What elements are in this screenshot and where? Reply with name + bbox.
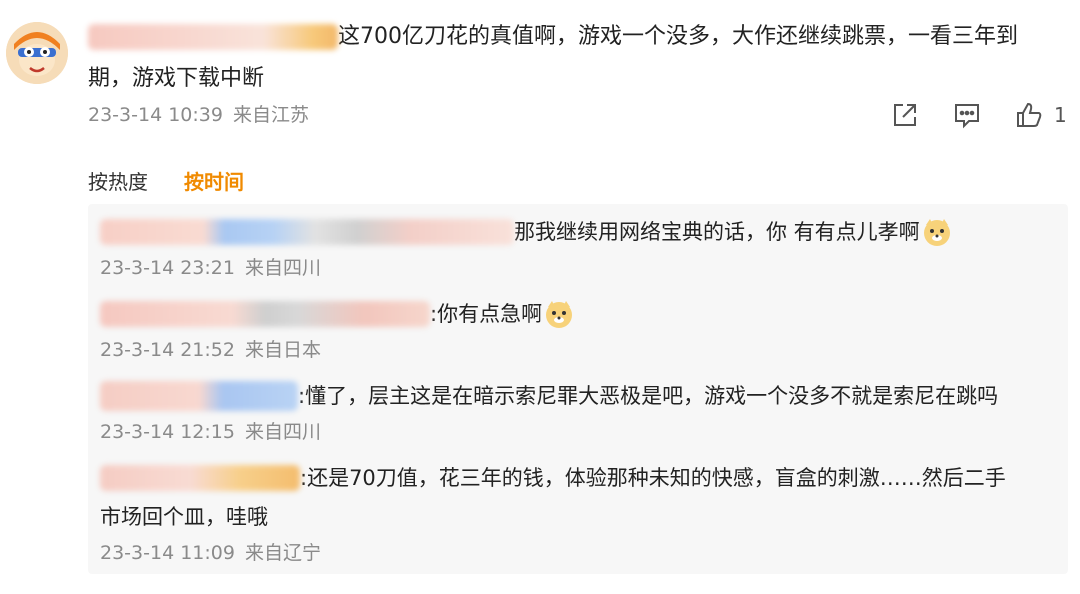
reply-item: 那我继续用网络宝典的话，你 有有点儿孝啊 23-3-14 23:21 来自四川 bbox=[100, 212, 952, 280]
comment-time: 23-3-14 10:39 bbox=[88, 104, 223, 126]
avatar[interactable] bbox=[6, 22, 68, 84]
blurred-username[interactable] bbox=[100, 219, 514, 245]
comment-screenshot: 这700亿刀花的真值啊，游戏一个没多，大作还继续跳票，一看三年到期，游戏下载中断… bbox=[0, 0, 1080, 594]
reply-list: 那我继续用网络宝典的话，你 有有点儿孝啊 23-3-14 23:21 来自四川 :… bbox=[88, 204, 1068, 574]
reply-location: 来自四川 bbox=[244, 257, 321, 279]
blurred-username[interactable] bbox=[100, 301, 430, 327]
comment-body: 这700亿刀花的真值啊，游戏一个没多，大作还继续跳票，一看三年到期，游戏下载中断 bbox=[88, 16, 1058, 100]
reply-time: 23-3-14 12:15 bbox=[100, 421, 235, 443]
blurred-username[interactable] bbox=[88, 24, 338, 50]
reply-item: :懂了，层主这是在暗示索尼罪大恶极是吧，游戏一个没多不就是索尼在跳吗 23-3-… bbox=[100, 376, 998, 444]
reply-text: :还是70刀值，花三年的钱，体验那种未知的快感，盲盒的刺激……然后二手 bbox=[300, 466, 1006, 490]
reply-location: 来自四川 bbox=[244, 421, 321, 443]
reply-item: :还是70刀值，花三年的钱，体验那种未知的快感，盲盒的刺激……然后二手 市场回个… bbox=[100, 458, 1006, 565]
sort-by-heat-tab[interactable]: 按热度 bbox=[88, 170, 148, 194]
like-count: 1 bbox=[1054, 103, 1067, 127]
comment-actions: 1 bbox=[890, 98, 1067, 132]
reply-text: :你有点急啊 bbox=[430, 302, 543, 326]
comment-location: 来自江苏 bbox=[232, 104, 309, 126]
share-icon[interactable] bbox=[890, 100, 920, 130]
blurred-username[interactable] bbox=[100, 465, 300, 491]
sort-tabs: 按热度 按时间 bbox=[88, 166, 280, 195]
reply-text: 那我继续用网络宝典的话，你 有有点儿孝啊 bbox=[514, 220, 920, 244]
reply-time: 23-3-14 23:21 bbox=[100, 257, 235, 279]
comment-meta: 23-3-14 10:39 来自江苏 bbox=[88, 100, 309, 127]
sort-by-time-tab[interactable]: 按时间 bbox=[184, 170, 244, 194]
doge-emoji-icon bbox=[544, 299, 574, 329]
reply-text-continued: 市场回个皿，哇哦 bbox=[100, 505, 268, 529]
reply-time: 23-3-14 21:52 bbox=[100, 339, 235, 361]
reply-location: 来自辽宁 bbox=[244, 542, 321, 564]
reply-text: :懂了，层主这是在暗示索尼罪大恶极是吧，游戏一个没多不就是索尼在跳吗 bbox=[298, 384, 999, 408]
blurred-username[interactable] bbox=[100, 381, 298, 411]
like-icon[interactable] bbox=[1014, 100, 1044, 130]
reply-time: 23-3-14 11:09 bbox=[100, 542, 235, 564]
comment-icon[interactable] bbox=[952, 100, 982, 130]
reply-location: 来自日本 bbox=[244, 339, 321, 361]
reply-item: :你有点急啊 23-3-14 21:52 来自日本 bbox=[100, 294, 574, 362]
doge-emoji-icon bbox=[922, 217, 952, 247]
